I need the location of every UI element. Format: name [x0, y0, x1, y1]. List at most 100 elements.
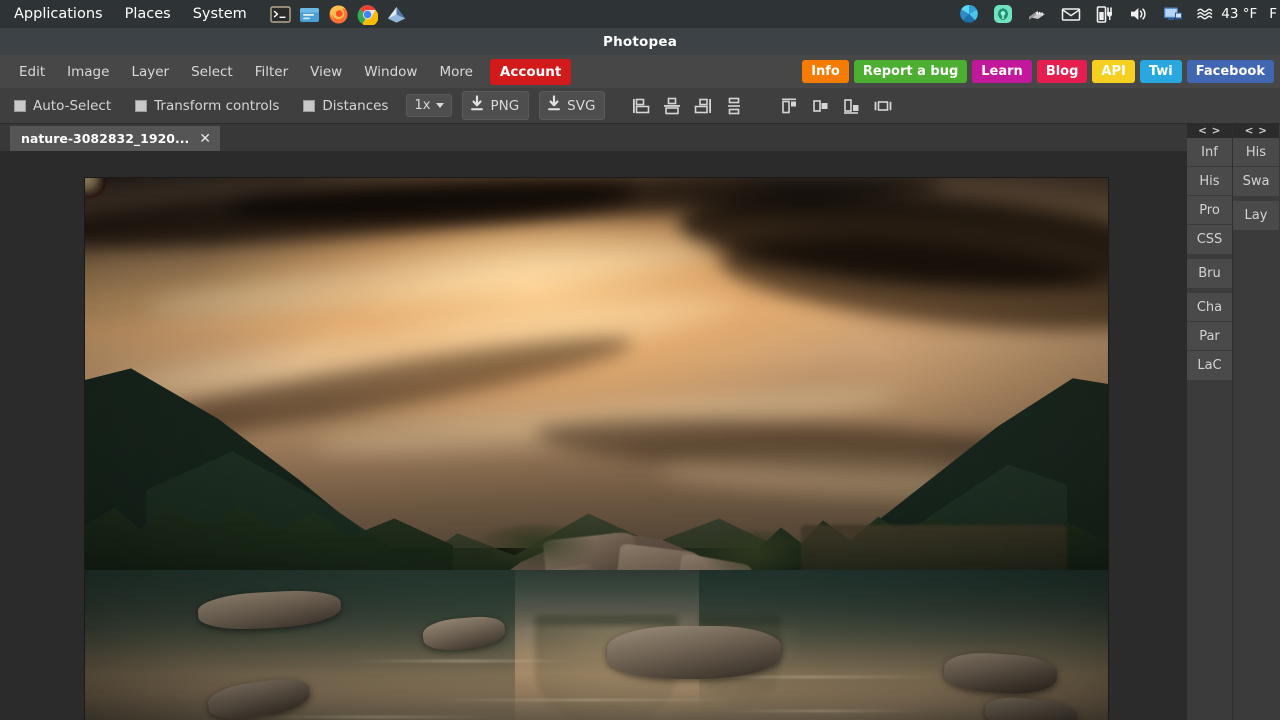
panel-tab-lac[interactable]: LaC [1187, 351, 1232, 380]
panel-column-right-filler [1233, 235, 1279, 720]
zoom-level-value: 1x [414, 98, 431, 113]
canvas-workspace[interactable] [0, 151, 1187, 720]
vertical-align-group [631, 97, 744, 115]
clipped-tray-text: F [1269, 6, 1277, 22]
document-tab-strip: nature-3082832_1920... ✕ [0, 124, 1187, 151]
os-menu-places[interactable]: Places [114, 0, 182, 28]
os-menu-applications[interactable]: Applications [3, 0, 114, 28]
download-svg-button[interactable]: SVG [539, 91, 606, 120]
document-tab[interactable]: nature-3082832_1920... ✕ [10, 126, 220, 151]
link-learn[interactable]: Learn [972, 60, 1032, 83]
mail-client-icon[interactable] [386, 4, 407, 25]
menu-edit[interactable]: Edit [8, 59, 56, 85]
download-png-button[interactable]: PNG [462, 91, 530, 120]
shutter-icon[interactable] [958, 3, 980, 25]
panel-tab-his-2[interactable]: His [1233, 138, 1279, 167]
link-info[interactable]: Info [802, 60, 849, 83]
checkbox-label-transform-controls: Transform controls [154, 97, 280, 114]
panel-tab-par[interactable]: Par [1187, 322, 1232, 351]
panel-column-right-header[interactable]: < > [1233, 124, 1279, 138]
download-svg-label: SVG [567, 97, 596, 114]
panel-tab-inf[interactable]: Inf [1187, 138, 1232, 167]
menu-layer[interactable]: Layer [120, 59, 180, 85]
chevron-down-icon [436, 103, 445, 108]
menu-image[interactable]: Image [56, 59, 120, 85]
link-twitter[interactable]: Twi [1139, 60, 1182, 83]
file-manager-icon[interactable] [299, 4, 320, 25]
panel-tab-bru[interactable]: Bru [1187, 259, 1232, 288]
tool-options-bar: Auto-Select Transform controls Distances… [0, 88, 1280, 124]
link-api[interactable]: API [1092, 60, 1135, 83]
account-button[interactable]: Account [489, 58, 572, 85]
artwork-render [85, 178, 1108, 720]
align-left-icon[interactable] [780, 97, 800, 115]
battery-icon[interactable] [1094, 3, 1116, 25]
panel-column-left-header[interactable]: < > [1187, 124, 1232, 138]
checkbox-distances[interactable]: Distances [303, 98, 388, 114]
panel-column-left: < > Inf His Pro CSS Bru Cha Par LaC [1187, 124, 1233, 720]
panel-column-right: < > His Swa Lay [1233, 124, 1279, 720]
panel-tab-lay[interactable]: Lay [1233, 201, 1279, 230]
app-menubar: Edit Image Layer Select Filter View Wind… [0, 55, 1280, 88]
chrome-icon[interactable] [357, 4, 379, 27]
shield-icon[interactable] [992, 3, 1014, 25]
app-menu-items: Edit Image Layer Select Filter View Wind… [0, 58, 572, 85]
download-png-label: PNG [490, 97, 520, 114]
panel-tab-his[interactable]: His [1187, 167, 1232, 196]
distribute-horizontal-icon[interactable] [873, 97, 893, 115]
align-top-icon[interactable] [631, 97, 651, 115]
window-title: Photopea [602, 33, 678, 50]
link-facebook[interactable]: Facebook [1186, 60, 1274, 83]
image-canvas[interactable] [85, 178, 1108, 720]
close-icon[interactable]: ✕ [199, 132, 211, 146]
os-top-panel: Applications Places System 43 °F F [0, 0, 1280, 28]
network-icon[interactable] [1026, 3, 1048, 25]
panel-rail: < > Inf His Pro CSS Bru Cha Par LaC < > … [1187, 124, 1280, 720]
checkbox-box-transform-controls[interactable] [135, 99, 148, 112]
menu-more[interactable]: More [428, 59, 483, 85]
panel-tab-swa[interactable]: Swa [1233, 167, 1279, 196]
menu-filter[interactable]: Filter [244, 59, 299, 85]
panel-tab-pro[interactable]: Pro [1187, 196, 1232, 225]
link-report-a-bug[interactable]: Report a bug [853, 60, 968, 83]
checkbox-box-auto-select[interactable] [14, 99, 26, 112]
menu-select[interactable]: Select [180, 59, 244, 85]
expand-collapse-icon: < > [1198, 125, 1221, 137]
horizontal-align-group [780, 97, 893, 115]
temperature-label: 43 °F [1221, 6, 1258, 22]
align-horizontal-center-icon[interactable] [811, 97, 831, 115]
app-link-buttons: Info Report a bug Learn Blog API Twi Fac… [802, 55, 1274, 88]
checkbox-label-distances: Distances [322, 97, 389, 114]
panel-tab-cha[interactable]: Cha [1187, 293, 1232, 322]
distribute-vertical-icon[interactable] [724, 97, 744, 115]
os-launcher-group [270, 4, 407, 27]
zoom-level-select[interactable]: 1x [406, 94, 453, 117]
document-tab-label: nature-3082832_1920... [21, 131, 190, 146]
volume-icon[interactable] [1128, 3, 1150, 25]
link-blog[interactable]: Blog [1036, 60, 1088, 83]
checkbox-auto-select[interactable]: Auto-Select [14, 98, 111, 114]
weather-indicator[interactable]: 43 °F [1196, 5, 1257, 23]
menu-view[interactable]: View [299, 59, 353, 85]
align-bottom-icon[interactable] [693, 97, 713, 115]
firefox-icon[interactable] [328, 4, 349, 25]
mail-icon[interactable] [1060, 3, 1082, 25]
display-icon[interactable] [1162, 3, 1184, 25]
align-right-icon[interactable] [842, 97, 862, 115]
menu-window[interactable]: Window [353, 59, 428, 85]
download-icon [469, 95, 485, 116]
align-vertical-center-icon[interactable] [662, 97, 682, 115]
checkbox-transform-controls[interactable]: Transform controls [135, 98, 279, 114]
vignette-overlay [85, 178, 1108, 720]
os-system-tray: 43 °F F [958, 0, 1280, 28]
expand-collapse-icon: < > [1244, 125, 1268, 137]
checkbox-box-distances[interactable] [303, 99, 316, 112]
panel-tab-css[interactable]: CSS [1187, 225, 1232, 254]
panel-column-left-filler [1187, 385, 1232, 720]
checkbox-label-auto-select: Auto-Select [33, 97, 112, 114]
os-menu-system[interactable]: System [182, 0, 258, 28]
os-menu-group: Applications Places System [3, 0, 258, 28]
download-icon [546, 95, 562, 116]
terminal-icon[interactable] [270, 4, 291, 25]
window-titlebar: Photopea [0, 28, 1280, 55]
